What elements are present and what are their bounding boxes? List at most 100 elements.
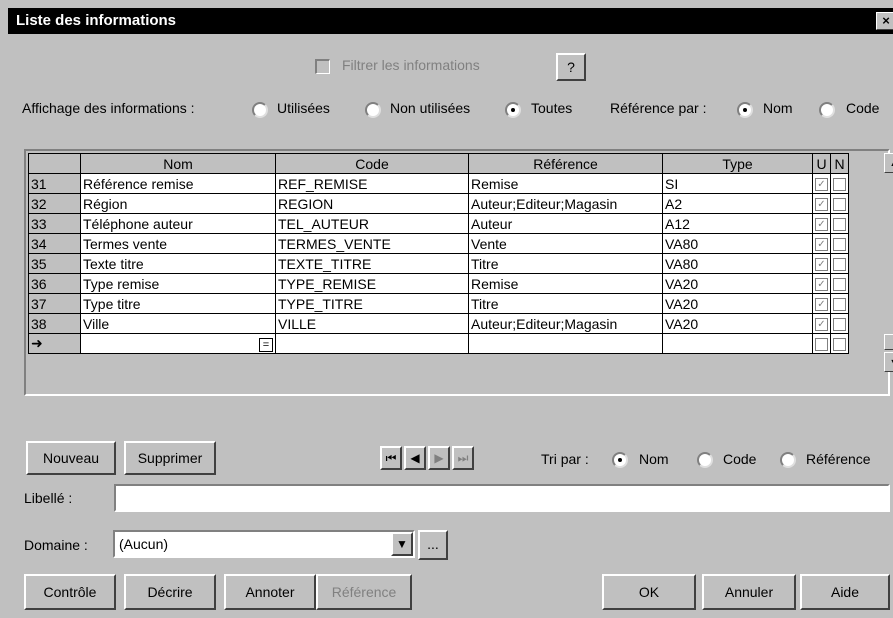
controle-button[interactable]: Contrôle	[24, 574, 116, 610]
supprimer-button[interactable]: Supprimer	[124, 441, 216, 475]
cell-code[interactable]: TYPE_TITRE	[275, 293, 469, 314]
cell-type[interactable]: VA80	[662, 233, 813, 254]
decrire-button[interactable]: Décrire	[124, 574, 216, 610]
radio-utilisees[interactable]	[252, 102, 268, 118]
cell-u[interactable]: ✓	[812, 213, 831, 234]
not-used-checkbox[interactable]	[833, 198, 846, 212]
radio-sort-code[interactable]	[697, 452, 713, 468]
new-row-nom[interactable]: =	[80, 333, 276, 354]
cell-nom[interactable]: Termes vente	[80, 233, 276, 254]
aide-button[interactable]: Aide	[800, 574, 890, 610]
cell-code[interactable]: TYPE_REMISE	[275, 273, 469, 294]
cell-u[interactable]: ✓	[812, 173, 831, 194]
cell-u[interactable]: ✓	[812, 253, 831, 274]
cell-n[interactable]	[830, 193, 849, 214]
cell-code[interactable]: VILLE	[275, 313, 469, 334]
cell-reference[interactable]: Titre	[468, 253, 663, 274]
col-header-reference[interactable]: Référence	[468, 153, 663, 174]
cell-u[interactable]: ✓	[812, 313, 831, 334]
close-button[interactable]: ×	[876, 12, 893, 30]
reference-button[interactable]: Référence	[316, 574, 412, 610]
cell-n[interactable]	[830, 293, 849, 314]
col-header-type[interactable]: Type	[662, 153, 813, 174]
nouveau-button[interactable]: Nouveau	[26, 441, 116, 475]
cell-nom[interactable]: Téléphone auteur	[80, 213, 276, 234]
not-used-checkbox[interactable]	[833, 318, 846, 332]
cell-type[interactable]: A2	[662, 193, 813, 214]
table-row[interactable]: 33 Téléphone auteur TEL_AUTEUR Auteur A12 ✓	[28, 213, 849, 234]
scroll-up-button[interactable]: ▲	[884, 153, 893, 173]
used-checkbox[interactable]: ✓	[815, 298, 828, 312]
new-row-code[interactable]	[275, 333, 469, 354]
table-row[interactable]: 36 Type remise TYPE_REMISE Remise VA20 ✓	[28, 273, 849, 294]
cell-code[interactable]: REGION	[275, 193, 469, 214]
col-header-u[interactable]: U	[812, 153, 831, 174]
cell-n[interactable]	[830, 273, 849, 294]
first-record-icon[interactable]: ⏮	[380, 446, 402, 470]
cell-nom[interactable]: Référence remise	[80, 173, 276, 194]
radio-sort-reference[interactable]	[780, 452, 796, 468]
cell-nom[interactable]: Type remise	[80, 273, 276, 294]
not-used-checkbox[interactable]	[833, 218, 846, 232]
previous-record-icon[interactable]: ◀	[404, 446, 426, 470]
used-checkbox[interactable]: ✓	[815, 198, 828, 212]
not-used-checkbox[interactable]	[833, 298, 846, 312]
not-used-checkbox[interactable]	[833, 278, 846, 292]
new-row-u[interactable]	[812, 333, 831, 354]
cell-reference[interactable]: Auteur;Editeur;Magasin	[468, 193, 663, 214]
scroll-down-button[interactable]: ▼	[884, 352, 893, 372]
cell-reference[interactable]: Titre	[468, 293, 663, 314]
new-row[interactable]: ➜ =	[28, 333, 849, 354]
ok-button[interactable]: OK	[602, 574, 696, 610]
domaine-dropdown-icon[interactable]: ▼	[391, 532, 413, 556]
domaine-browse-button[interactable]: ...	[418, 530, 448, 560]
not-used-checkbox[interactable]	[833, 238, 846, 252]
used-checkbox[interactable]: ✓	[815, 278, 828, 292]
cell-nom[interactable]: Type titre	[80, 293, 276, 314]
cell-type[interactable]: A12	[662, 213, 813, 234]
cell-type[interactable]: VA20	[662, 273, 813, 294]
cell-u[interactable]: ✓	[812, 293, 831, 314]
not-used-checkbox[interactable]	[833, 178, 846, 192]
new-row-n-checkbox[interactable]	[833, 338, 846, 352]
cell-reference[interactable]: Vente	[468, 233, 663, 254]
table-row[interactable]: 34 Termes vente TERMES_VENTE Vente VA80 ✓	[28, 233, 849, 254]
cell-type[interactable]: VA20	[662, 293, 813, 314]
filter-checkbox[interactable]	[315, 59, 330, 74]
col-header-code[interactable]: Code	[275, 153, 469, 174]
used-checkbox[interactable]: ✓	[815, 238, 828, 252]
libelle-input[interactable]	[114, 484, 890, 512]
cell-n[interactable]	[830, 173, 849, 194]
cell-reference[interactable]: Auteur;Editeur;Magasin	[468, 313, 663, 334]
new-row-type[interactable]	[662, 333, 813, 354]
cell-code[interactable]: REF_REMISE	[275, 173, 469, 194]
radio-sort-nom[interactable]	[612, 452, 628, 468]
scroll-thumb[interactable]	[884, 334, 893, 350]
cell-n[interactable]	[830, 313, 849, 334]
equals-icon[interactable]: =	[259, 338, 273, 352]
table-row[interactable]: 31 Référence remise REF_REMISE Remise SI ✓	[28, 173, 849, 194]
not-used-checkbox[interactable]	[833, 258, 846, 272]
domaine-select[interactable]: (Aucun)	[113, 530, 415, 558]
table-row[interactable]: 32 Région REGION Auteur;Editeur;Magasin A2 ✓	[28, 193, 849, 214]
radio-toutes[interactable]	[505, 102, 521, 118]
used-checkbox[interactable]: ✓	[815, 258, 828, 272]
cell-nom[interactable]: Texte titre	[80, 253, 276, 274]
cell-n[interactable]	[830, 253, 849, 274]
table-row[interactable]: 37 Type titre TYPE_TITRE Titre VA20 ✓	[28, 293, 849, 314]
cell-type[interactable]: VA20	[662, 313, 813, 334]
cell-u[interactable]: ✓	[812, 193, 831, 214]
table-row[interactable]: 35 Texte titre TEXTE_TITRE Titre VA80 ✓	[28, 253, 849, 274]
cell-code[interactable]: TERMES_VENTE	[275, 233, 469, 254]
annuler-button[interactable]: Annuler	[702, 574, 796, 610]
used-checkbox[interactable]: ✓	[815, 318, 828, 332]
radio-ref-nom[interactable]	[737, 102, 753, 118]
used-checkbox[interactable]: ✓	[815, 178, 828, 192]
cell-reference[interactable]: Auteur	[468, 213, 663, 234]
annoter-button[interactable]: Annoter	[224, 574, 316, 610]
next-record-icon[interactable]: ▶	[428, 446, 450, 470]
cell-u[interactable]: ✓	[812, 233, 831, 254]
new-row-reference[interactable]	[468, 333, 663, 354]
cell-reference[interactable]: Remise	[468, 273, 663, 294]
radio-ref-code[interactable]	[819, 102, 835, 118]
